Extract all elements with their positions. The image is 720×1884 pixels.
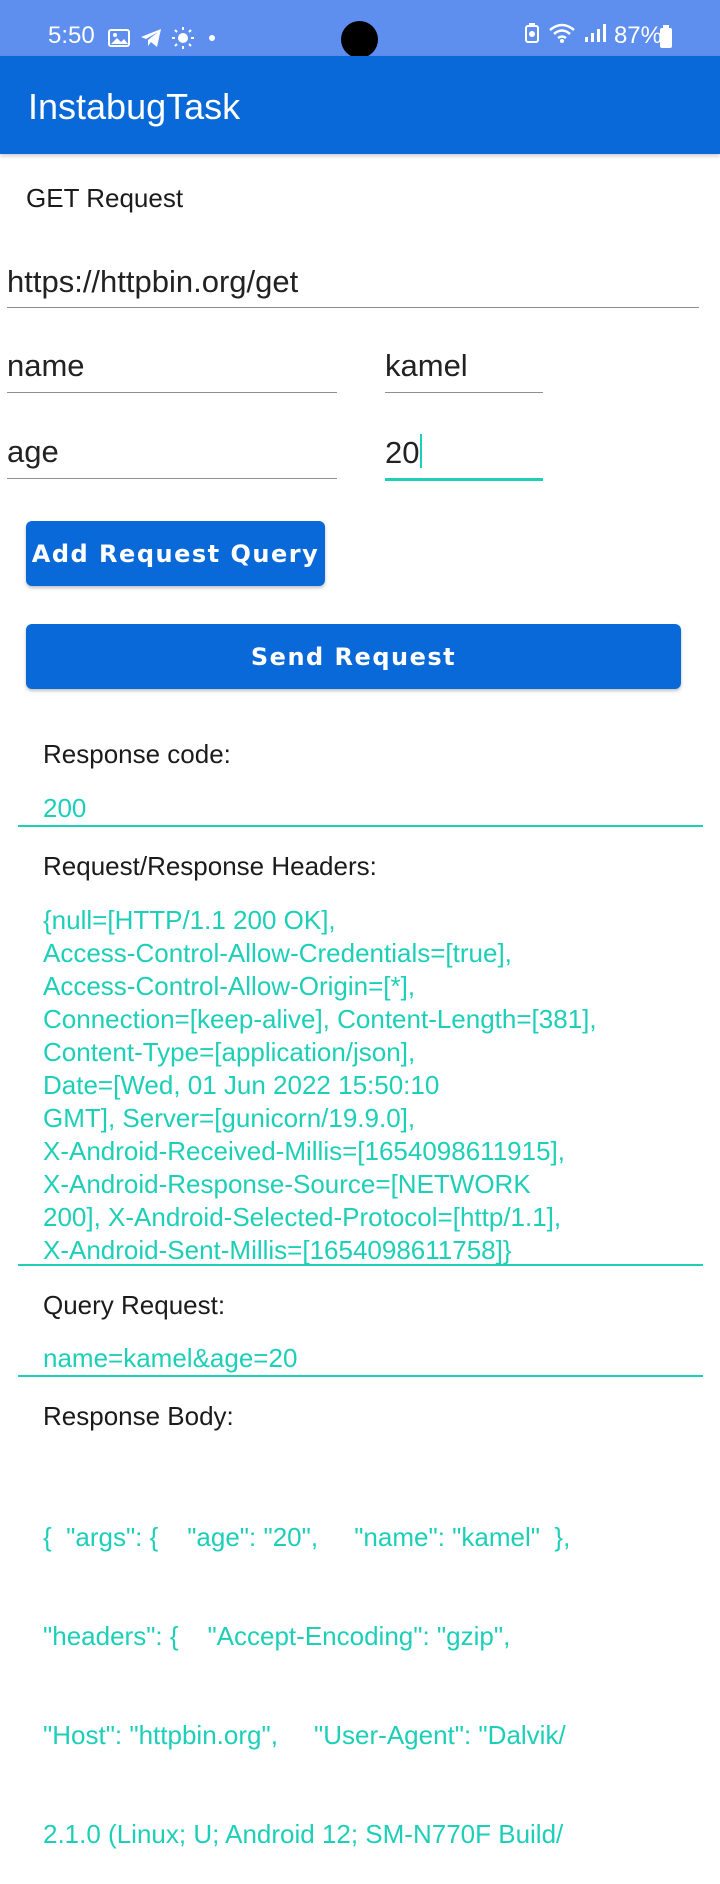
system-icons: 87% bbox=[524, 22, 662, 50]
headers-line: {null=[HTTP/1.1 200 OK], bbox=[43, 905, 336, 935]
wifi-icon bbox=[548, 22, 576, 50]
headers-line: GMT], Server=[gunicorn/19.9.0], bbox=[43, 1103, 416, 1133]
body-line: 2.1.0 (Linux; U; Android 12; SM-N770F Bu… bbox=[43, 1819, 564, 1849]
body-line: "headers": { "Accept-Encoding": "gzip", bbox=[43, 1621, 511, 1651]
body-line: { "args": { "age": "20", "name": "kamel"… bbox=[43, 1522, 571, 1552]
status-bar: 5:50 87% bbox=[0, 0, 720, 58]
headers-label: Request/Response Headers: bbox=[43, 851, 377, 881]
query-value-underline-2 bbox=[385, 478, 543, 481]
headers-line: Date=[Wed, 01 Jun 2022 15:50:10 bbox=[43, 1070, 440, 1100]
headers-line: Connection=[keep-alive], Content-Length=… bbox=[43, 1004, 597, 1034]
query-value-input-1[interactable]: kamel bbox=[385, 348, 468, 384]
response-code-value: 200 bbox=[43, 793, 87, 823]
headers-line: X-Android-Response-Source=[NETWORK bbox=[43, 1169, 531, 1199]
dot-icon bbox=[204, 30, 220, 51]
app-bar: InstabugTask bbox=[0, 56, 720, 154]
headers-line: X-Android-Received-Millis=[1654098611915… bbox=[43, 1136, 565, 1166]
app-title: InstabugTask bbox=[28, 86, 241, 127]
battery-saver-icon bbox=[524, 22, 540, 50]
response-body-value: { "args": { "age": "20", "name": "kamel"… bbox=[43, 1455, 683, 1884]
headers-line: Access-Control-Allow-Origin=[*], bbox=[43, 971, 416, 1001]
query-key-input-2[interactable]: age bbox=[7, 434, 59, 470]
query-request-divider bbox=[18, 1375, 703, 1377]
query-value-underline-1 bbox=[385, 392, 543, 393]
headers-line: X-Android-Sent-Millis=[1654098611758]} bbox=[43, 1235, 512, 1265]
telegram-icon bbox=[140, 28, 162, 53]
url-input[interactable]: https://httpbin.org/get bbox=[7, 264, 298, 300]
status-time: 5:50 bbox=[48, 22, 95, 49]
text-cursor bbox=[420, 434, 423, 468]
headers-divider bbox=[18, 1264, 703, 1266]
gallery-icon bbox=[108, 29, 130, 52]
send-request-button[interactable]: Send Request bbox=[26, 624, 681, 689]
query-request-value: name=kamel&age=20 bbox=[43, 1343, 298, 1373]
battery-icon bbox=[660, 25, 672, 48]
headers-value: {null=[HTTP/1.1 200 OK], Access-Control-… bbox=[43, 904, 683, 1267]
url-underline bbox=[7, 307, 699, 308]
brightness-icon bbox=[172, 27, 194, 54]
headers-line: 200], X-Android-Selected-Protocol=[http/… bbox=[43, 1202, 562, 1232]
headers-line: Access-Control-Allow-Credentials=[true], bbox=[43, 938, 512, 968]
camera-cutout bbox=[341, 21, 378, 58]
add-request-query-button[interactable]: Add Request Query bbox=[26, 521, 325, 586]
query-value-text-2: 20 bbox=[385, 435, 420, 470]
battery-percent: 87% bbox=[613, 22, 662, 49]
get-request-label: GET Request bbox=[26, 183, 184, 213]
query-value-input-2[interactable]: 20 bbox=[385, 434, 423, 471]
response-body-label: Response Body: bbox=[43, 1401, 234, 1431]
body-line: "Host": "httpbin.org", "User-Agent": "Da… bbox=[43, 1720, 566, 1750]
query-key-underline-2 bbox=[7, 478, 337, 479]
query-key-input-1[interactable]: name bbox=[7, 348, 85, 384]
signal-icon bbox=[584, 22, 606, 50]
response-code-label: Response code: bbox=[43, 739, 231, 769]
headers-line: Content-Type=[application/json], bbox=[43, 1037, 416, 1067]
query-request-label: Query Request: bbox=[43, 1290, 226, 1320]
notification-icons bbox=[108, 27, 220, 54]
response-code-divider bbox=[18, 825, 703, 827]
query-key-underline-1 bbox=[7, 392, 337, 393]
